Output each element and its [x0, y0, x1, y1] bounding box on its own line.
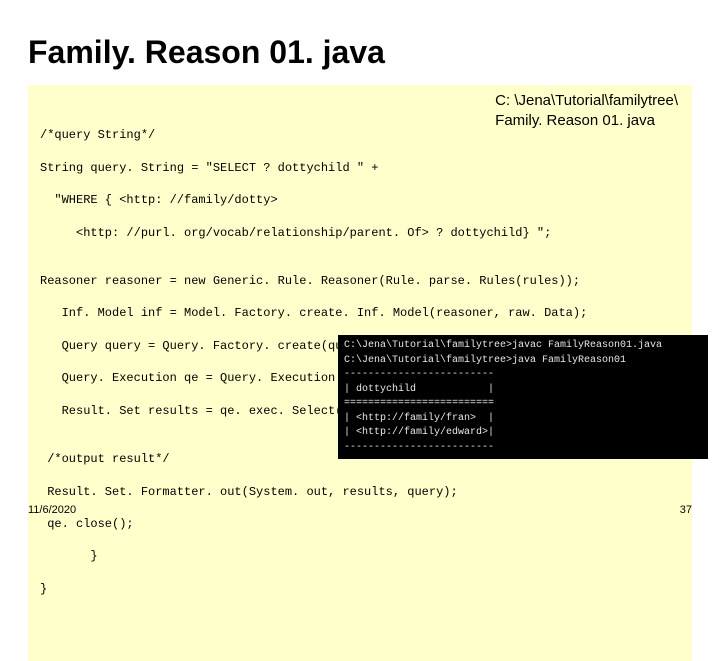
code-line: Reasoner reasoner = new Generic. Rule. R… [40, 273, 680, 289]
path-label: C: \Jena\Tutorial\familytree\ Family. Re… [495, 91, 678, 130]
term-line: C:\Jena\Tutorial\familytree>javac Family… [344, 340, 662, 351]
terminal-output: C:\Jena\Tutorial\familytree>javac Family… [338, 335, 708, 459]
term-line: C:\Jena\Tutorial\familytree>java FamilyR… [344, 355, 626, 366]
code-line: } [40, 548, 680, 564]
code-block: C: \Jena\Tutorial\familytree\ Family. Re… [28, 85, 692, 661]
code-line: qe. close(); [40, 516, 680, 532]
term-line: ========================= [344, 398, 494, 409]
code-line: "WHERE { <http: //family/dotty> [40, 192, 680, 208]
term-line: | <http://family/edward>| [344, 427, 494, 438]
slide: Family. Reason 01. java C: \Jena\Tutoria… [0, 0, 720, 540]
code-line: } [40, 581, 680, 597]
footer: 11/6/2020 37 [28, 504, 692, 516]
code-line: <http: //purl. org/vocab/relationship/pa… [40, 225, 680, 241]
term-line: ------------------------- [344, 442, 494, 453]
path-line1: C: \Jena\Tutorial\familytree\ [495, 92, 678, 109]
slide-title: Family. Reason 01. java [28, 34, 692, 71]
code-line: String query. String = "SELECT ? dottych… [40, 160, 680, 176]
path-line2: Family. Reason 01. java [495, 112, 655, 129]
code-line: Result. Set. Formatter. out(System. out,… [40, 484, 680, 500]
code-line: Inf. Model inf = Model. Factory. create.… [40, 305, 680, 321]
footer-page: 37 [680, 504, 692, 516]
term-line: ------------------------- [344, 369, 494, 380]
term-line: | <http://family/fran> | [344, 413, 494, 424]
term-line: | dottychild | [344, 384, 494, 395]
footer-date: 11/6/2020 [28, 504, 76, 516]
